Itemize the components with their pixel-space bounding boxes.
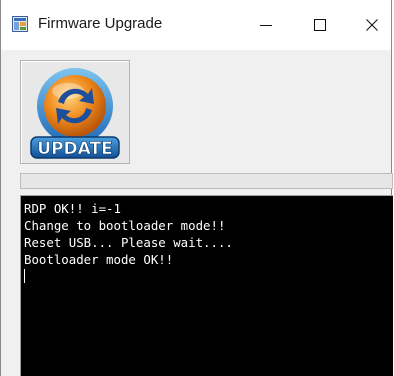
update-button[interactable]: UPDATE bbox=[20, 60, 130, 164]
log-line: Reset USB... Please wait.... bbox=[24, 235, 233, 250]
maximize-icon bbox=[314, 19, 326, 31]
log-line: Change to bootloader mode!! bbox=[24, 218, 226, 233]
firmware-upgrade-window: Firmware Upgrade UPDATE RDP OK!! i=-1 Ch… bbox=[0, 0, 393, 376]
log-input-line bbox=[24, 268, 393, 285]
text-caret bbox=[24, 269, 25, 283]
log-line: RDP OK!! i=-1 bbox=[24, 201, 121, 216]
app-icon bbox=[12, 16, 28, 32]
log-console[interactable]: RDP OK!! i=-1 Change to bootloader mode!… bbox=[20, 195, 393, 376]
upgrade-progress-bar bbox=[20, 173, 393, 189]
update-icon: UPDATE bbox=[30, 68, 120, 159]
minimize-icon bbox=[260, 25, 272, 26]
client-area: UPDATE RDP OK!! i=-1 Change to bootloade… bbox=[1, 50, 393, 376]
window-title: Firmware Upgrade bbox=[38, 15, 163, 32]
log-line: Bootloader mode OK!! bbox=[24, 252, 174, 267]
update-label: UPDATE bbox=[37, 139, 112, 159]
title-bar[interactable]: Firmware Upgrade bbox=[1, 0, 391, 50]
close-button[interactable] bbox=[351, 0, 393, 50]
minimize-button[interactable] bbox=[243, 0, 289, 50]
close-icon bbox=[366, 19, 378, 31]
maximize-button[interactable] bbox=[297, 0, 343, 50]
